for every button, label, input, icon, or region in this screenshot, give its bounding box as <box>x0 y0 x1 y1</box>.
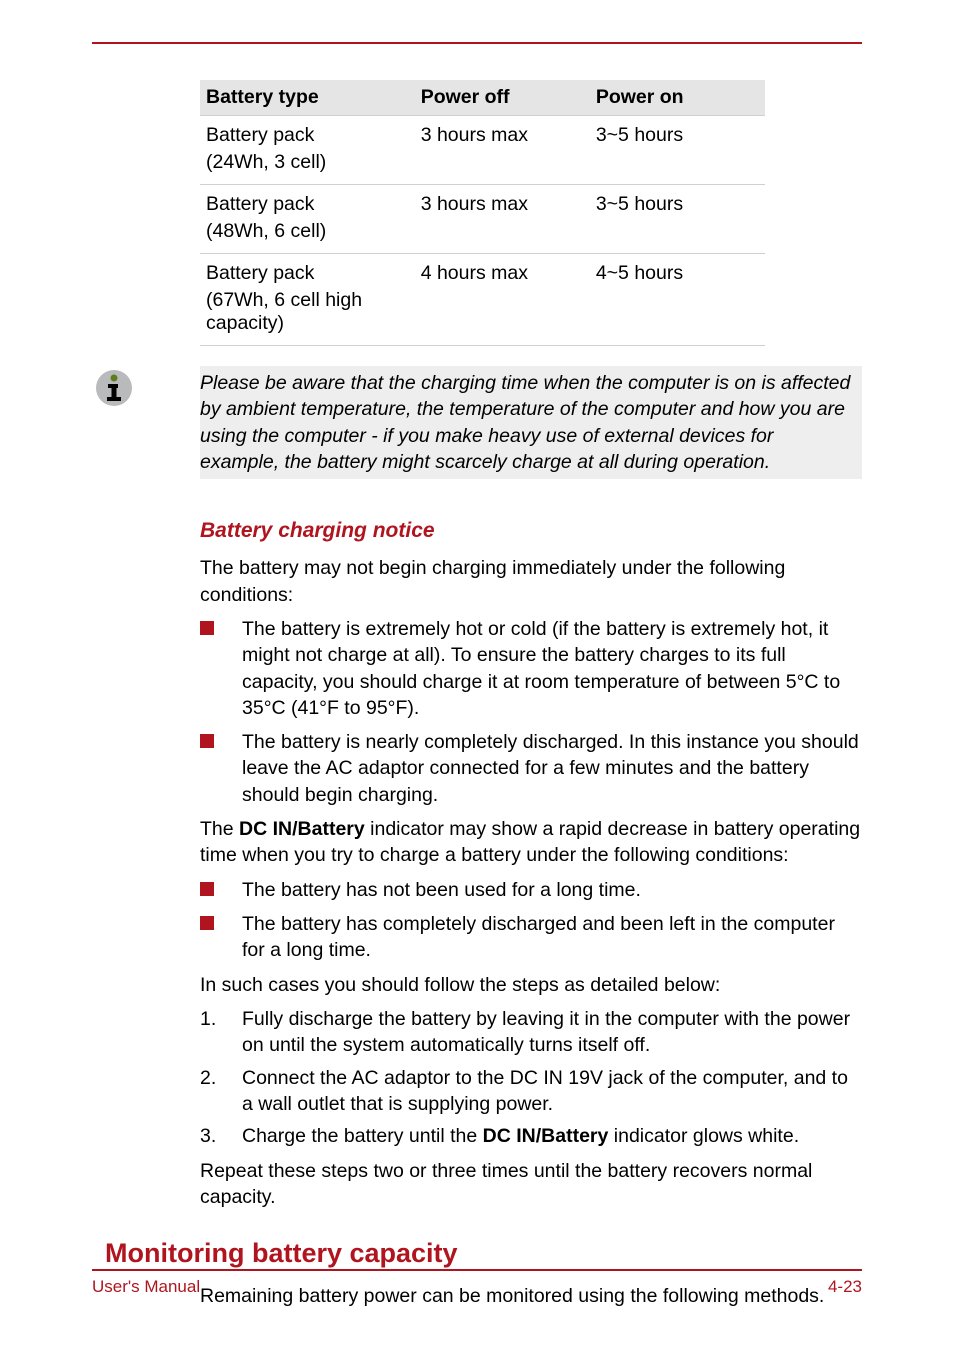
col-header-power-on: Power on <box>590 80 765 116</box>
battery-charge-table: Battery type Power off Power on Battery … <box>200 80 765 346</box>
cell-text: (67Wh, 6 cell high capacity) <box>206 289 409 335</box>
cell-text: 3~5 hours <box>590 116 765 185</box>
table-row: Battery pack (48Wh, 6 cell) 3 hours max 3… <box>200 185 765 254</box>
paragraph: The DC IN/Battery indicator may show a r… <box>200 816 862 869</box>
col-header-battery-type: Battery type <box>200 80 415 116</box>
subheading-charging-notice: Battery charging notice <box>200 519 862 543</box>
cell-text: 3~5 hours <box>590 185 765 254</box>
list-item: The battery has completely discharged an… <box>200 911 862 964</box>
table-row: Battery pack (67Wh, 6 cell high capacity)… <box>200 254 765 346</box>
heading-monitoring-capacity: Monitoring battery capacity <box>105 1238 862 1269</box>
cell-text: (48Wh, 6 cell) <box>206 220 409 243</box>
cell-text: 3 hours max <box>415 185 590 254</box>
cell-text: Battery pack <box>206 124 314 146</box>
charging-note: Please be aware that the charging time w… <box>200 366 862 479</box>
table-header-row: Battery type Power off Power on <box>200 80 765 116</box>
cell-text: Battery pack <box>206 262 314 284</box>
info-icon <box>92 366 136 410</box>
step-item: Charge the battery until the DC IN/Batte… <box>200 1123 862 1149</box>
list-item: The battery is nearly completely dischar… <box>200 729 862 808</box>
step-item: Fully discharge the battery by leaving i… <box>200 1006 862 1059</box>
paragraph: In such cases you should follow the step… <box>200 972 862 998</box>
list-item: The battery is extremely hot or cold (if… <box>200 616 862 721</box>
cell-text: Battery pack <box>206 193 314 215</box>
col-header-power-off: Power off <box>415 80 590 116</box>
list-item: The battery has not been used for a long… <box>200 877 862 903</box>
table-row: Battery pack (24Wh, 3 cell) 3 hours max 3… <box>200 116 765 185</box>
step-item: Connect the AC adaptor to the DC IN 19V … <box>200 1065 862 1118</box>
footer-page-number: 4-23 <box>828 1277 862 1297</box>
cell-text: 4 hours max <box>415 254 590 346</box>
paragraph: The battery may not begin charging immed… <box>200 555 862 608</box>
footer-left: User's Manual <box>92 1277 200 1297</box>
cell-text: (24Wh, 3 cell) <box>206 151 409 174</box>
cell-text: 4~5 hours <box>590 254 765 346</box>
cell-text: 3 hours max <box>415 116 590 185</box>
paragraph: Repeat these steps two or three times un… <box>200 1158 862 1211</box>
